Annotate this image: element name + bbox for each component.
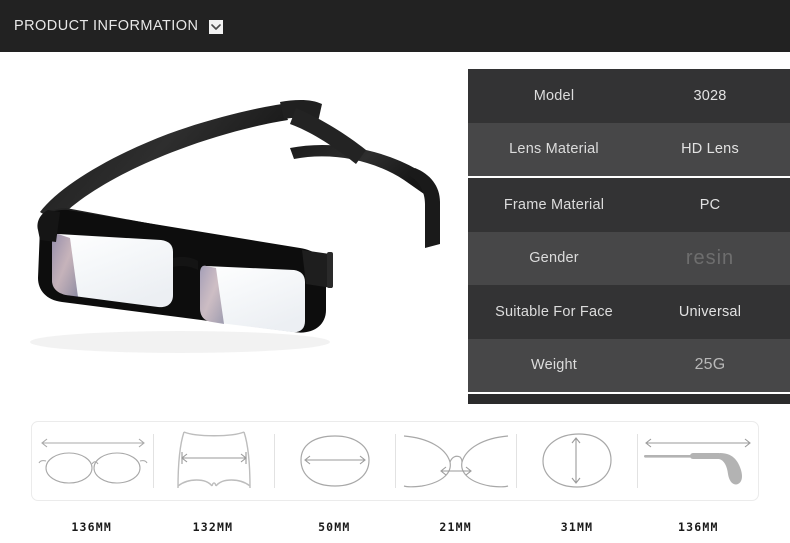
table-row: Model 3028	[468, 69, 790, 123]
lens-width-icon	[293, 430, 377, 492]
temple-arm-length-icon	[640, 432, 756, 490]
specification-table: Model 3028 Lens Material HD Lens Frame M…	[468, 69, 790, 404]
measurement-cell	[637, 422, 758, 500]
measurement-label: 136MM	[71, 520, 112, 534]
spec-value: resin	[685, 246, 735, 269]
spec-value: 25G	[694, 356, 726, 374]
measurement-label: 21MM	[439, 520, 472, 534]
measurement-label: 31MM	[560, 520, 594, 534]
spec-value: PC	[699, 196, 721, 213]
spec-label: Model	[533, 87, 575, 104]
spec-value: 3028	[693, 87, 727, 104]
measurement-cell	[153, 422, 274, 500]
spec-label: Weight	[530, 357, 578, 374]
spec-value: Universal	[678, 303, 742, 320]
bridge-width-icon	[402, 430, 510, 492]
measurement-label: 50MM	[318, 520, 351, 534]
table-row: Suitable For Face Universal	[468, 285, 790, 339]
measurement-cell	[274, 422, 395, 500]
chevron-down-icon[interactable]	[209, 20, 224, 34]
table-row: Weight 25G	[468, 338, 790, 392]
measurement-diagram-panel	[31, 421, 759, 501]
table-bottom-strip	[468, 394, 790, 404]
spec-label: Gender	[529, 250, 579, 267]
table-row: Lens Material HD Lens	[468, 122, 790, 178]
section-header-bar: PRODUCT INFORMATION	[0, 0, 790, 52]
spec-value: HD Lens	[681, 141, 739, 158]
spec-label: Lens Material	[509, 141, 599, 158]
spec-label: Frame Material	[503, 196, 605, 213]
lens-height-icon	[535, 429, 619, 493]
table-row: Gender resin	[468, 231, 790, 285]
page-title: PRODUCT INFORMATION	[14, 18, 199, 34]
product-photo	[0, 52, 462, 404]
measurement-cell	[516, 422, 637, 500]
measurement-cell	[32, 422, 153, 500]
measurement-label: 136MM	[677, 520, 719, 534]
measurement-label: 132MM	[192, 520, 234, 534]
glasses-top-width-icon	[164, 428, 264, 494]
spec-label: Suitable For Face	[495, 303, 613, 320]
measurement-cell	[395, 422, 516, 500]
measurement-labels: 136MM 132MM 50MM 21MM 31MM 136MM	[31, 520, 759, 540]
glasses-front-width-icon	[36, 430, 150, 492]
product-information-page: PRODUCT INFORMATION Model 3028 Lens Mate…	[0, 0, 790, 543]
table-row: Frame Material PC	[468, 178, 790, 232]
